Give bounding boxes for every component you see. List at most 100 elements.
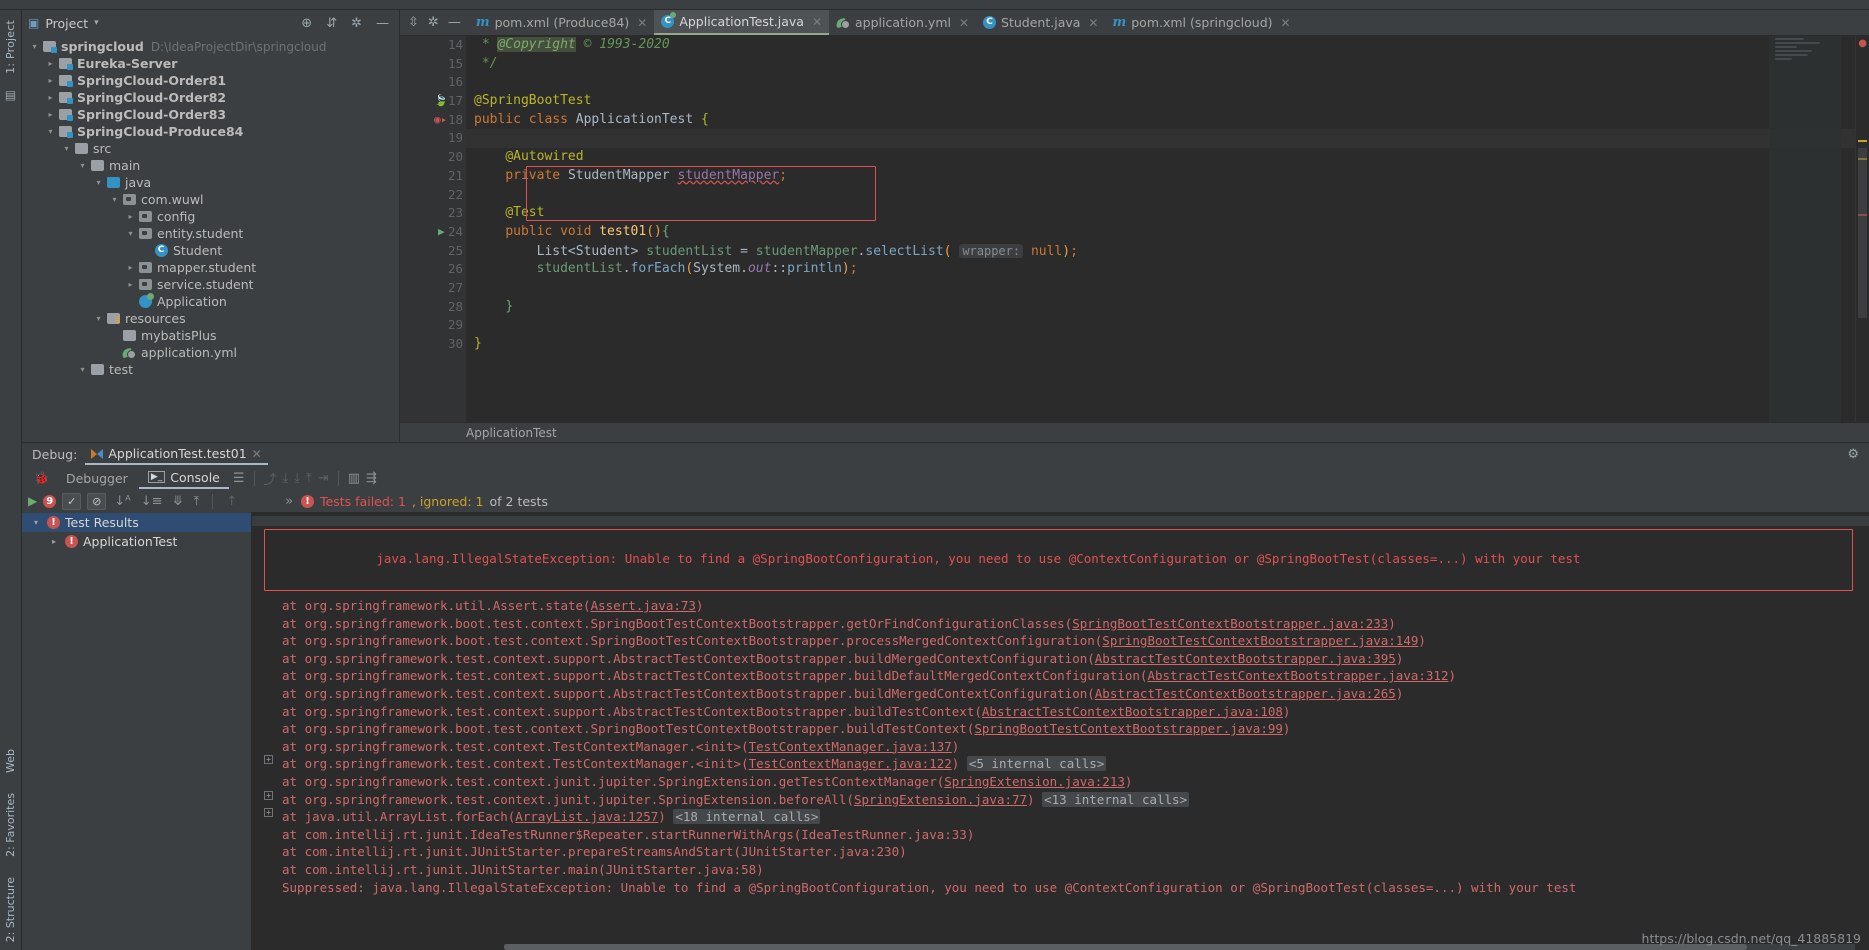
editor-tab[interactable]: m pom.xml (springcloud) ✕ [1105, 10, 1297, 35]
gutter-line[interactable]: 14 [400, 36, 466, 55]
stacktrace-line[interactable]: at com.intellij.rt.junit.IdeaTestRunner$… [252, 826, 1869, 844]
debug-session-tab[interactable]: ApplicationTest.test01 ✕ [85, 444, 268, 465]
gutter-line[interactable]: 21 [400, 167, 466, 186]
gutter-line[interactable]: 30 [400, 335, 466, 354]
code-viewport[interactable]: * @Copyright © 1993-2020 */ @SpringBootT… [466, 36, 1855, 422]
stacktrace-line[interactable]: at org.springframework.test.context.supp… [252, 685, 1869, 703]
tree-expand-arrow[interactable]: ▸ [44, 59, 57, 68]
tree-expand-arrow[interactable]: ▸ [124, 263, 137, 272]
tree-node[interactable]: ▸ SpringCloud-Order83 [22, 106, 399, 123]
close-icon[interactable]: ✕ [812, 15, 822, 29]
stacktrace-link[interactable]: ArrayList.java:1257 [515, 809, 658, 824]
tree-expand-arrow[interactable]: ▾ [92, 178, 105, 187]
gutter-line[interactable]: 27 [400, 279, 466, 298]
tree-node[interactable]: ▾ entity.student [22, 225, 399, 242]
tab-debugger[interactable]: Debugger [57, 469, 137, 488]
tree-expand-arrow[interactable]: ▸ [48, 537, 60, 546]
stacktrace-line[interactable]: Suppressed: java.lang.IllegalStateExcept… [252, 879, 1869, 897]
stacktrace-line[interactable]: at org.springframework.test.context.supp… [252, 703, 1869, 721]
stacktrace-link[interactable]: AbstractTestContextBootstrapper.java:265 [1095, 686, 1396, 701]
tab-console[interactable]: ▶_ Console [138, 468, 229, 489]
test-results-tree[interactable]: ▾! Test Results ▸! ApplicationTest [22, 512, 252, 950]
gutter-line[interactable]: 22 [400, 186, 466, 205]
gutter-line[interactable]: 20 [400, 148, 466, 167]
stacktrace-line[interactable]: at com.intellij.rt.junit.JUnitStarter.ma… [252, 861, 1869, 879]
stacktrace-line[interactable]: at org.springframework.util.Assert.state… [252, 597, 1869, 615]
stacktrace-line[interactable]: at org.springframework.test.context.Test… [252, 738, 1869, 756]
internal-calls-badge[interactable]: <18 internal calls> [673, 809, 821, 825]
stacktrace-link[interactable]: TestContextManager.java:122 [749, 756, 952, 771]
tree-expand-arrow[interactable]: ▸ [124, 212, 137, 221]
step-out-icon[interactable]: ⤴ [262, 469, 279, 488]
expand-collapse-icon[interactable]: ⇳ [408, 15, 419, 30]
tree-expand-arrow[interactable]: ▾ [108, 195, 121, 204]
next-occurrence-icon[interactable]: » [283, 494, 295, 509]
gutter-line[interactable]: 26 [400, 260, 466, 279]
tool-window-tab-project[interactable]: 1: Project [4, 14, 17, 80]
gutter-line[interactable]: 16 [400, 73, 466, 92]
tree-node[interactable]: Application [22, 293, 399, 310]
step-over-icon[interactable]: ⤓ [281, 471, 291, 486]
stacktrace-line[interactable]: at org.springframework.boot.test.context… [252, 720, 1869, 738]
tool-window-tab-structure[interactable]: 2: Structure [4, 877, 17, 942]
stacktrace-line[interactable]: + at org.springframework.test.context.Tes… [252, 755, 1869, 773]
gutter-line[interactable]: 19 [400, 129, 466, 148]
close-icon[interactable]: ✕ [252, 447, 262, 461]
tool-window-tab-web[interactable]: Web [4, 749, 17, 773]
stacktrace-link[interactable]: SpringExtension.java:77 [854, 792, 1027, 807]
stacktrace-line[interactable]: + at org.springframework.test.context.jun… [252, 790, 1869, 809]
editor-error-stripe[interactable]: ● [1855, 36, 1869, 422]
run-test-class-icon[interactable]: ◉▸ [434, 111, 447, 130]
expand-all-icon[interactable]: ⤋ [171, 494, 186, 509]
prev-failed-icon[interactable]: ↑ [224, 494, 239, 509]
tree-node[interactable]: ▾ com.wuwl [22, 191, 399, 208]
gear-icon[interactable]: ⚙ [1847, 447, 1859, 462]
hide-ignored-toggle[interactable]: ⊘ [87, 492, 107, 510]
internal-calls-badge[interactable]: <5 internal calls> [966, 756, 1107, 772]
stacktrace-link[interactable]: SpringExtension.java:213 [944, 774, 1125, 789]
stacktrace-link[interactable]: AbstractTestContextBootstrapper.java:108 [982, 704, 1283, 719]
expand-internal-calls-icon[interactable]: + [264, 755, 273, 765]
sort-by-duration-icon[interactable]: ↓≡ [139, 494, 165, 509]
stacktrace-line[interactable]: at org.springframework.test.context.supp… [252, 650, 1869, 668]
tree-node[interactable]: ▸ mapper.student [22, 259, 399, 276]
breadcrumb-class[interactable]: ApplicationTest [466, 426, 557, 440]
project-tree[interactable]: ▾ springcloud D:\IdeaProjectDir\springclou… [22, 36, 399, 442]
gutter-line[interactable]: 25 [400, 242, 466, 261]
step-into-icon[interactable]: ⤓ [292, 471, 302, 486]
stacktrace-list[interactable]: at org.springframework.util.Assert.state… [252, 597, 1869, 896]
gutter-line[interactable]: ◉▸ 18 [400, 111, 466, 130]
stacktrace-line[interactable]: at org.springframework.test.context.juni… [252, 773, 1869, 791]
tree-expand-arrow[interactable]: ▾ [60, 144, 73, 153]
console-output[interactable]: java.lang.IllegalStateException: Unable … [252, 512, 1869, 950]
stacktrace-link[interactable]: Assert.java:73 [591, 598, 696, 613]
tree-node[interactable]: ▾ SpringCloud-Produce84 [22, 123, 399, 140]
test-result-node[interactable]: ▾! Test Results [22, 513, 251, 532]
spring-leaf-icon[interactable]: 🍃 [434, 92, 448, 111]
tree-expand-arrow[interactable]: ▾ [28, 42, 41, 51]
stripe-scroll-thumb[interactable] [1858, 148, 1867, 318]
gutter-line[interactable]: 28⌐ [400, 298, 478, 317]
tree-expand-arrow[interactable]: ▸ [124, 280, 137, 289]
tree-node[interactable]: ▸ SpringCloud-Order81 [22, 72, 399, 89]
close-icon[interactable]: ✕ [1281, 16, 1291, 30]
hide-icon[interactable]: — [372, 16, 393, 31]
editor-tab[interactable]: C ApplicationTest.java ✕ [654, 10, 829, 35]
stacktrace-link[interactable]: SpringBootTestContextBootstrapper.java:1… [1102, 633, 1418, 648]
stacktrace-line[interactable]: at org.springframework.test.context.supp… [252, 667, 1869, 685]
layout-settings-icon[interactable]: ⇶ [364, 471, 379, 486]
tree-node[interactable]: C Student [22, 242, 399, 259]
close-icon[interactable]: ✕ [1088, 16, 1098, 30]
tree-node[interactable]: ▸ service.student [22, 276, 399, 293]
gutter-line[interactable]: 29 [400, 316, 466, 335]
rerun-failed-icon[interactable]: ▶ [28, 494, 37, 508]
tree-expand-arrow[interactable]: ▸ [44, 110, 57, 119]
tree-node[interactable]: mybatisPlus [22, 327, 399, 344]
gear-icon[interactable]: ✲ [428, 15, 439, 30]
tree-expand-arrow[interactable]: ▾ [92, 314, 105, 323]
tree-node[interactable]: ▾ src [22, 140, 399, 157]
gutter-line[interactable]: ▶24⊟ [400, 223, 478, 242]
tree-expand-arrow[interactable]: ▸ [44, 76, 57, 85]
tree-expand-arrow[interactable]: ▾ [124, 229, 137, 238]
expand-internal-calls-icon[interactable]: + [264, 808, 273, 818]
